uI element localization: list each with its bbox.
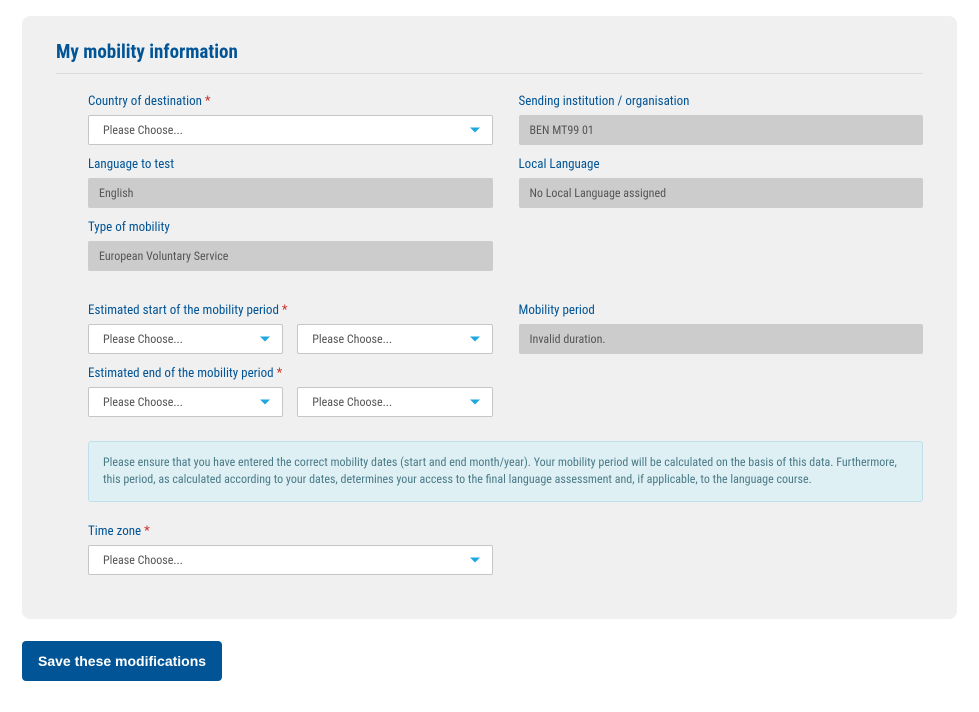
timezone-select[interactable]: Please Choose...	[88, 545, 493, 575]
mobility-type-label: Type of mobility	[88, 220, 493, 235]
chevron-down-icon	[260, 400, 270, 405]
timezone-label-text: Time zone	[88, 524, 141, 539]
language-test-label: Language to test	[88, 157, 493, 172]
estimated-start-month-select[interactable]: Please Choose...	[88, 324, 283, 354]
country-select[interactable]: Please Choose...	[88, 115, 493, 145]
estimated-end-year-select[interactable]: Please Choose...	[297, 387, 492, 417]
estimated-end-pair: Please Choose... Please Choose...	[88, 387, 493, 417]
local-language-value: No Local Language assigned	[519, 178, 924, 208]
row-timezone: Time zone * Please Choose...	[88, 524, 923, 575]
required-mark: *	[277, 366, 283, 381]
country-label-text: Country of destination	[88, 94, 202, 109]
local-language-label: Local Language	[519, 157, 924, 172]
estimated-end-label: Estimated end of the mobility period *	[88, 366, 493, 381]
info-alert: Please ensure that you have entered the …	[88, 441, 923, 502]
mobility-period-label: Mobility period	[519, 303, 924, 318]
timezone-field: Time zone * Please Choose...	[88, 524, 493, 575]
row-start-period: Estimated start of the mobility period *…	[88, 303, 923, 354]
mobility-period-field: Mobility period Invalid duration.	[519, 303, 924, 354]
row-mobility-type: Type of mobility European Voluntary Serv…	[88, 220, 923, 271]
country-label: Country of destination *	[88, 94, 493, 109]
country-select-value: Please Choose...	[103, 123, 183, 137]
chevron-down-icon	[470, 400, 480, 405]
estimated-start-month-value: Please Choose...	[103, 332, 183, 346]
estimated-start-label: Estimated start of the mobility period *	[88, 303, 493, 318]
estimated-start-year-select[interactable]: Please Choose...	[297, 324, 492, 354]
mobility-info-panel: My mobility information Country of desti…	[22, 16, 957, 619]
chevron-down-icon	[260, 337, 270, 342]
mobility-type-field: Type of mobility European Voluntary Serv…	[88, 220, 493, 271]
language-test-field: Language to test English	[88, 157, 493, 208]
form-body: Country of destination * Please Choose..…	[56, 94, 923, 575]
estimated-end-month-value: Please Choose...	[103, 395, 183, 409]
empty-col	[519, 366, 924, 417]
estimated-start-field: Estimated start of the mobility period *…	[88, 303, 493, 354]
row-country-sending: Country of destination * Please Choose..…	[88, 94, 923, 145]
chevron-down-icon	[470, 557, 480, 562]
chevron-down-icon	[470, 337, 480, 342]
chevron-down-icon	[470, 128, 480, 133]
estimated-end-field: Estimated end of the mobility period * P…	[88, 366, 493, 417]
sending-institution-value: BEN MT99 01	[519, 115, 924, 145]
mobility-period-value: Invalid duration.	[519, 324, 924, 354]
estimated-start-year-value: Please Choose...	[312, 332, 392, 346]
save-button[interactable]: Save these modifications	[22, 641, 222, 681]
row-languages: Language to test English Local Language …	[88, 157, 923, 208]
estimated-start-label-text: Estimated start of the mobility period	[88, 303, 279, 318]
empty-col	[519, 524, 924, 575]
local-language-field: Local Language No Local Language assigne…	[519, 157, 924, 208]
mobility-type-value: European Voluntary Service	[88, 241, 493, 271]
sending-institution-label: Sending institution / organisation	[519, 94, 924, 109]
estimated-end-year-value: Please Choose...	[312, 395, 392, 409]
language-test-value: English	[88, 178, 493, 208]
required-mark: *	[144, 524, 150, 539]
sending-institution-field: Sending institution / organisation BEN M…	[519, 94, 924, 145]
timezone-select-value: Please Choose...	[103, 553, 183, 567]
estimated-start-pair: Please Choose... Please Choose...	[88, 324, 493, 354]
required-mark: *	[205, 94, 211, 109]
panel-title: My mobility information	[56, 40, 923, 74]
estimated-end-month-select[interactable]: Please Choose...	[88, 387, 283, 417]
row-end: Estimated end of the mobility period * P…	[88, 366, 923, 417]
spacer	[88, 283, 923, 303]
country-field: Country of destination * Please Choose..…	[88, 94, 493, 145]
estimated-end-label-text: Estimated end of the mobility period	[88, 366, 274, 381]
required-mark: *	[282, 303, 288, 318]
empty-col	[519, 220, 924, 271]
timezone-label: Time zone *	[88, 524, 493, 539]
